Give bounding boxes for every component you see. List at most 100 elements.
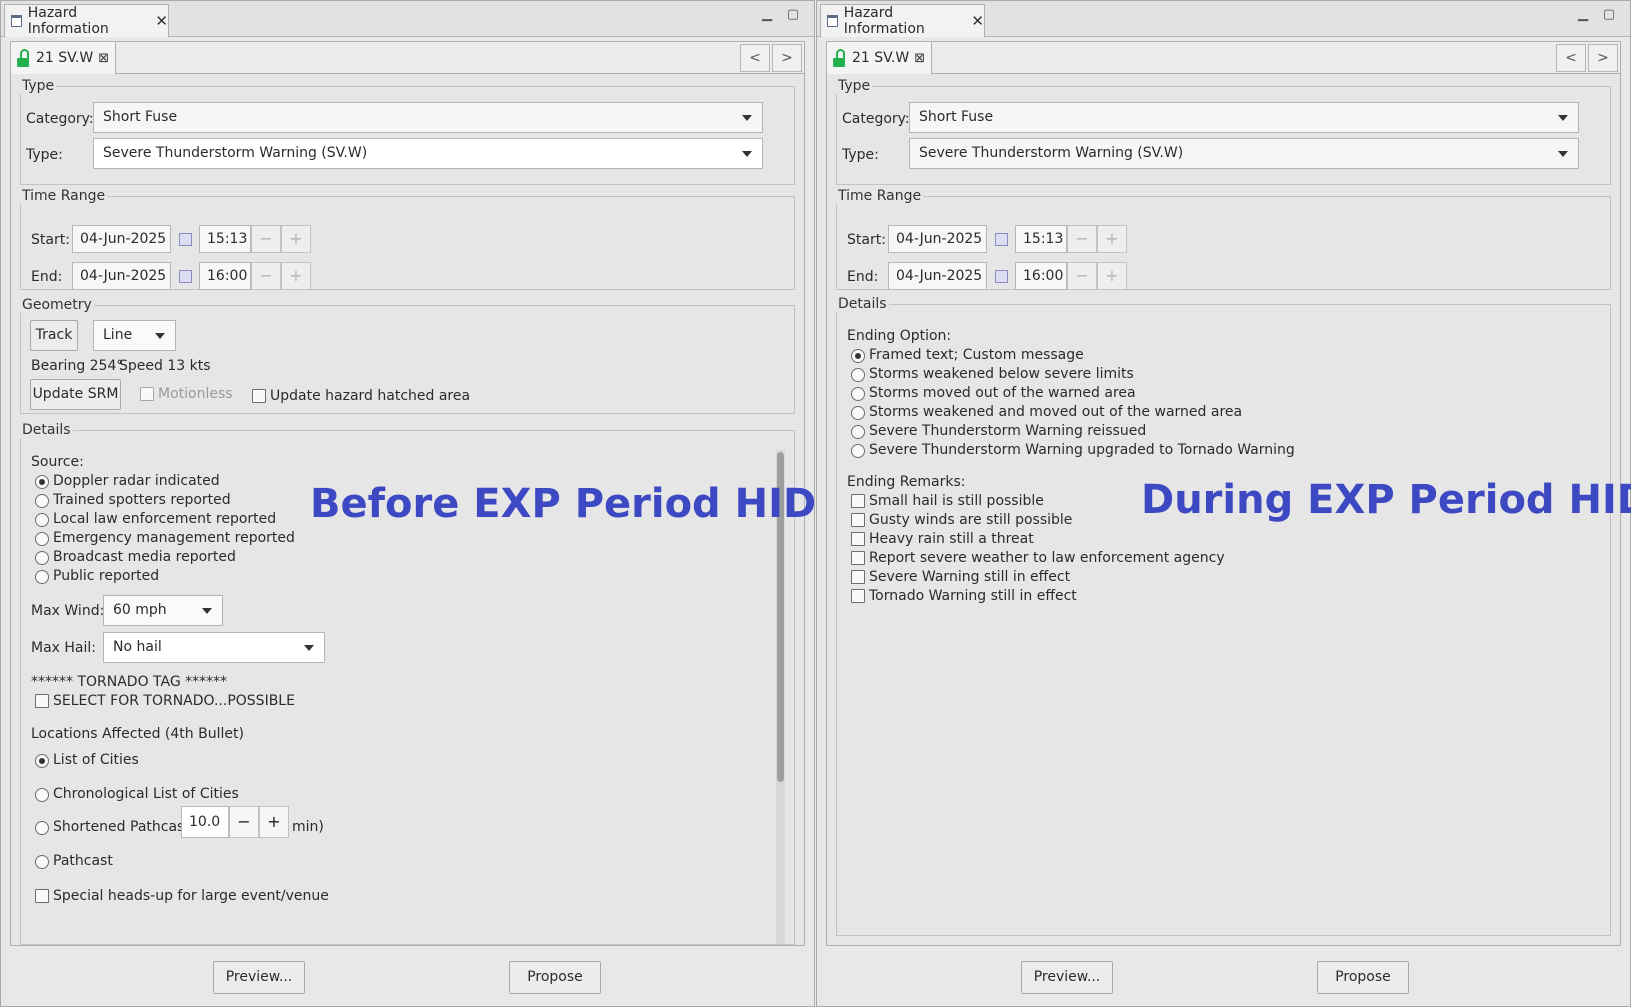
start-label: Start: [847,232,886,248]
ending-option-radio-upgraded[interactable] [851,444,865,458]
pathcast-minutes-decrement[interactable]: − [229,806,259,838]
view-tab-bar: Hazard Information ✕ ▁ ▢ [1,1,814,37]
update-srm-button[interactable]: Update SRM [30,379,121,410]
geometry-type-select[interactable]: Line [93,320,176,351]
end-date-field[interactable]: 04-Jun-2025 [72,262,171,290]
calendar-icon[interactable] [995,270,1008,283]
start-time-increment[interactable]: + [281,225,311,253]
end-time-increment[interactable]: + [1097,262,1127,290]
prev-tab-button[interactable]: < [1556,44,1586,72]
ending-option-radio-moved-out[interactable] [851,387,865,401]
remark-checkbox-tornado-in-effect[interactable] [851,589,865,603]
calendar-icon[interactable] [179,270,192,283]
speed-readout: Speed 13 kts [119,358,211,374]
type-legend: Type [22,78,55,94]
minimize-icon[interactable]: ▁ [760,8,774,23]
close-tab-icon[interactable]: ⊠ [914,51,925,66]
annotation-before-exp: Before EXP Period HID [310,481,817,527]
source-radio-public[interactable] [35,570,49,584]
tab-21-sv-w[interactable]: 21 SV.W ⊠ [827,42,932,74]
source-radio-spotters[interactable] [35,494,49,508]
locations-radio-pathcast[interactable] [35,855,49,869]
close-tab-icon[interactable]: ⊠ [98,51,109,66]
tornado-possible-checkbox[interactable] [35,694,49,708]
view-tab-hazard-information[interactable]: Hazard Information ✕ [820,4,985,37]
start-date-field[interactable]: 04-Jun-2025 [72,225,171,253]
update-hatched-area-checkbox[interactable] [252,389,266,403]
end-label: End: [847,269,879,285]
max-wind-select[interactable]: 60 mph [103,595,223,626]
end-time-field[interactable]: 16:00 [1015,262,1067,290]
editor-tab-title: 21 SV.W [36,50,94,66]
start-time-decrement[interactable]: − [1067,225,1097,253]
view-tab-title: Hazard Information [27,5,109,37]
source-radio-doppler[interactable] [35,475,49,489]
preview-button[interactable]: Preview... [1021,961,1113,994]
track-button[interactable]: Track [30,320,78,351]
end-time-increment[interactable]: + [281,262,311,290]
start-time-field[interactable]: 15:13 [1015,225,1067,253]
heads-up-checkbox[interactable] [35,889,49,903]
end-time-decrement[interactable]: − [251,262,281,290]
remark-checkbox-heavy-rain[interactable] [851,532,865,546]
remark-checkbox-gusty-winds[interactable] [851,513,865,527]
source-radio-law-enforcement[interactable] [35,513,49,527]
start-time-increment[interactable]: + [1097,225,1127,253]
category-label: Category: [842,111,910,127]
calendar-icon[interactable] [995,233,1008,246]
window-icon [11,15,22,27]
type-legend: Type [838,78,871,94]
ending-option-radio-reissued[interactable] [851,425,865,439]
locations-radio-list-of-cities[interactable] [35,754,49,768]
ending-option-text: Framed text; Custom message [869,347,1084,363]
locations-radio-shortened-pathcast[interactable] [35,821,49,835]
end-date-field[interactable]: 04-Jun-2025 [888,262,987,290]
maximize-icon[interactable]: ▢ [786,8,800,23]
locations-radio-chronological[interactable] [35,788,49,802]
prev-tab-button[interactable]: < [740,44,770,72]
remark-checkbox-small-hail[interactable] [851,494,865,508]
start-time-decrement[interactable]: − [251,225,281,253]
max-hail-select[interactable]: No hail [103,632,325,663]
pathcast-minutes-field[interactable]: 10.0 [181,806,229,838]
source-radio-broadcast[interactable] [35,551,49,565]
next-tab-button[interactable]: > [772,44,802,72]
propose-button[interactable]: Propose [509,961,601,994]
close-icon[interactable]: ✕ [155,12,168,30]
remark-text: Small hail is still possible [869,493,1044,509]
tab-21-sv-w[interactable]: 21 SV.W ⊠ [11,42,116,74]
type-select[interactable]: Severe Thunderstorm Warning (SV.W) [93,138,763,169]
end-time-field[interactable]: 16:00 [199,262,251,290]
maximize-icon[interactable]: ▢ [1602,8,1616,23]
remark-checkbox-report-severe[interactable] [851,551,865,565]
motionless-checkbox[interactable] [140,387,154,401]
minimize-icon[interactable]: ▁ [1576,8,1590,23]
ending-option-radio-weakened[interactable] [851,368,865,382]
category-select[interactable]: Short Fuse [93,102,763,133]
end-time-decrement[interactable]: − [1067,262,1097,290]
start-time-field[interactable]: 15:13 [199,225,251,253]
end-label: End: [31,269,63,285]
source-radio-emergency-mgmt[interactable] [35,532,49,546]
type-label: Type: [842,147,879,163]
close-icon[interactable]: ✕ [971,12,984,30]
category-select[interactable]: Short Fuse [909,102,1579,133]
remark-text: Gusty winds are still possible [869,512,1073,528]
ending-option-radio-weakened-and-moved[interactable] [851,406,865,420]
preview-button[interactable]: Preview... [213,961,305,994]
pathcast-minutes-increment[interactable]: + [259,806,289,838]
view-tab-hazard-information[interactable]: Hazard Information ✕ [4,4,169,37]
type-select[interactable]: Severe Thunderstorm Warning (SV.W) [909,138,1579,169]
remark-text: Tornado Warning still in effect [869,588,1077,604]
ending-option-radio-framed-text[interactable] [851,349,865,363]
locations-option-label: Shortened Pathcast ( [53,819,200,835]
heads-up-label: Special heads-up for large event/venue [53,888,329,904]
source-option-label: Local law enforcement reported [53,511,277,527]
remark-checkbox-severe-in-effect[interactable] [851,570,865,584]
next-tab-button[interactable]: > [1588,44,1618,72]
propose-button[interactable]: Propose [1317,961,1409,994]
ending-option-label: Ending Option: [847,328,952,344]
time-range-group: Time Range Start: 04-Jun-2025 15:13 − + … [20,188,795,290]
start-date-field[interactable]: 04-Jun-2025 [888,225,987,253]
calendar-icon[interactable] [179,233,192,246]
